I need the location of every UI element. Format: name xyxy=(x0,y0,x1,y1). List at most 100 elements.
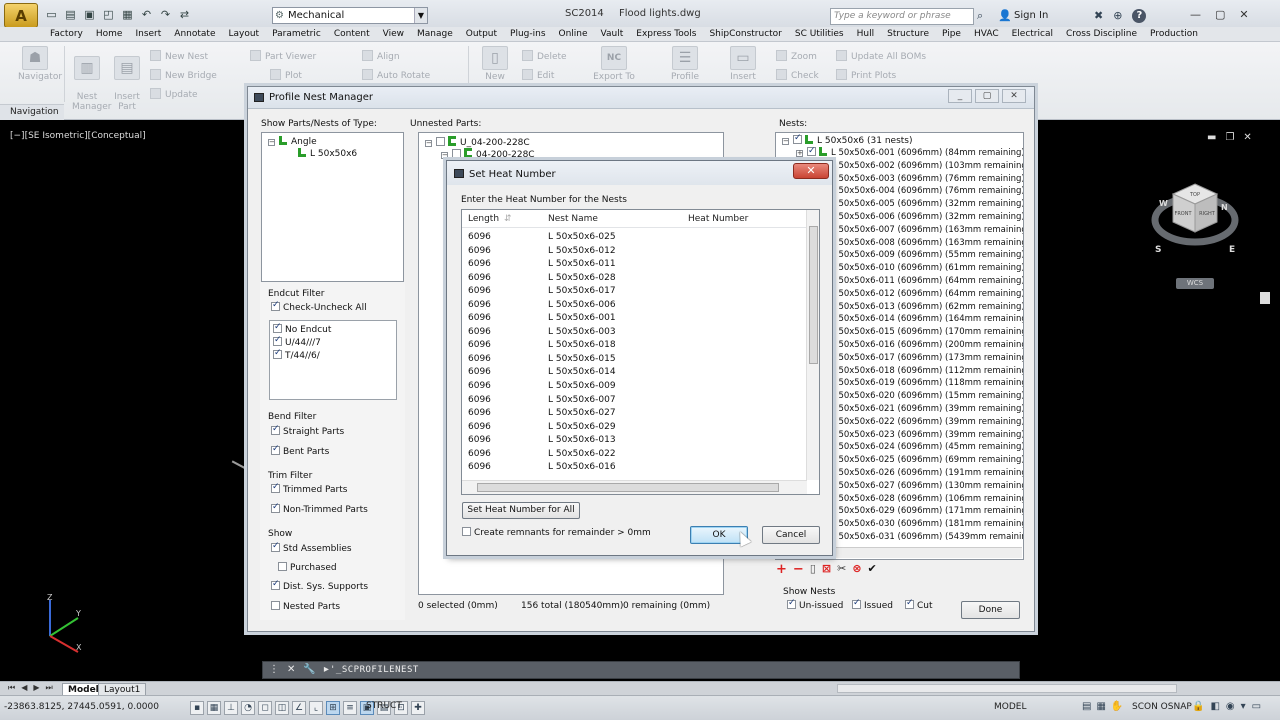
plot-icon[interactable]: ▦ xyxy=(120,7,135,22)
search-input[interactable]: Type a keyword or phrase xyxy=(830,8,974,25)
checkbox-icon[interactable] xyxy=(271,601,280,610)
new-bridge-button[interactable]: New Bridge xyxy=(150,69,217,81)
table-row[interactable]: 6096 L 50x50x6-022 xyxy=(462,448,807,462)
column-header-nest-name[interactable]: Nest Name xyxy=(548,214,598,224)
table-row[interactable]: 6096 L 50x50x6-027 xyxy=(462,407,807,421)
close-button[interactable]: ✕ xyxy=(793,163,829,179)
table-row[interactable]: 6096 L 50x50x6-028 xyxy=(462,272,807,286)
maximize-icon[interactable]: ▢ xyxy=(975,89,999,103)
prompt-icon[interactable]: ▸ xyxy=(324,664,329,675)
collapse-icon[interactable]: − xyxy=(268,139,275,146)
straight-parts-checkbox[interactable]: Straight Parts xyxy=(271,424,344,437)
table-row[interactable]: 6096 L 50x50x6-003 xyxy=(462,326,807,340)
menu-item[interactable]: Manage xyxy=(417,27,459,41)
redo-icon[interactable]: ↷ xyxy=(158,7,173,22)
edit-button[interactable]: Edit xyxy=(522,69,554,81)
table-row[interactable]: 6096 L 50x50x6-014 xyxy=(462,366,807,380)
table-row[interactable]: 6096 L 50x50x6-015 xyxy=(462,353,807,367)
menu-item[interactable]: Online xyxy=(559,27,594,41)
menu-item[interactable]: Output xyxy=(466,27,503,41)
checkbox-icon[interactable] xyxy=(436,137,445,146)
next-tab-icon[interactable]: ▶ xyxy=(33,683,39,693)
viewcube-front[interactable]: FRONT xyxy=(1174,211,1192,217)
menu-item[interactable]: Parametric xyxy=(272,27,327,41)
checkbox-icon[interactable] xyxy=(852,598,861,609)
minimize-icon[interactable]: ▬ xyxy=(1207,132,1216,143)
delete-nest-icon[interactable]: ⊠ xyxy=(822,562,831,577)
checkbox-icon[interactable] xyxy=(278,562,287,571)
tree-item-l50x50x6[interactable]: L 50x50x6 xyxy=(298,148,357,159)
checkbox-icon[interactable] xyxy=(793,133,802,144)
drawing-horizontal-scrollbar[interactable] xyxy=(837,684,1177,693)
isolate-objects-icon[interactable]: ◉ xyxy=(1226,701,1235,712)
checkmark-icon[interactable]: ✔ xyxy=(868,562,877,577)
restore-icon[interactable]: ❐ xyxy=(1225,132,1234,143)
wcs-menu[interactable]: WCS xyxy=(1176,278,1214,289)
menu-item[interactable]: Home xyxy=(96,27,129,41)
command-line-text[interactable]: '_SCPROFILENEST xyxy=(330,665,419,675)
hardware-acceleration-icon[interactable]: ◧ xyxy=(1210,701,1219,712)
coordinate-readout[interactable]: -23863.8125, 27445.0591, 0.0000 xyxy=(4,702,159,712)
table-row[interactable]: 6096 L 50x50x6-001 xyxy=(462,312,807,326)
scroll-thumb[interactable] xyxy=(809,226,818,364)
workspace-select[interactable]: ⚙ Mechanical ▼ xyxy=(272,7,428,24)
last-tab-icon[interactable]: ⏭ xyxy=(46,683,53,693)
application-menu-button[interactable]: A xyxy=(4,3,38,28)
export-to-nc-button[interactable]: NC Export To xyxy=(592,46,636,82)
sign-in-link[interactable]: Sign In xyxy=(1014,10,1048,21)
trimmed-parts-checkbox[interactable]: Trimmed Parts xyxy=(271,482,347,495)
checkbox-icon[interactable] xyxy=(787,598,796,609)
collapse-icon[interactable]: − xyxy=(425,140,432,147)
menu-item[interactable]: Plug-ins xyxy=(510,27,552,41)
checkbox-icon[interactable] xyxy=(273,335,282,346)
column-header-heat-number[interactable]: Heat Number xyxy=(688,214,748,224)
insert-button[interactable]: ▭ Insert xyxy=(726,46,760,82)
binoculars-icon[interactable]: ⌕ xyxy=(977,9,983,23)
table-row[interactable]: 6096 L 50x50x6-013 xyxy=(462,434,807,448)
checkbox-icon[interactable] xyxy=(452,149,461,158)
checkbox-icon[interactable] xyxy=(273,348,282,359)
first-tab-icon[interactable]: ⏮ xyxy=(8,683,15,693)
maximize-icon[interactable]: ▢ xyxy=(1215,8,1225,21)
ribbon-panel-navigation[interactable]: Navigation xyxy=(0,104,64,120)
checkbox-icon[interactable] xyxy=(273,322,282,333)
collapse-icon[interactable]: − xyxy=(441,152,448,159)
checkbox-icon[interactable] xyxy=(807,145,816,158)
menu-item[interactable]: HVAC xyxy=(974,27,1005,41)
add-icon[interactable]: + xyxy=(776,562,787,577)
grid-icon[interactable]: ▦ xyxy=(207,701,221,715)
un-issued-checkbox[interactable]: Un-issued xyxy=(787,598,843,611)
grid-vertical-scrollbar[interactable] xyxy=(806,210,819,480)
quick-view-drawings-icon[interactable]: ▦ xyxy=(1096,701,1105,712)
align-button[interactable]: Align xyxy=(362,50,400,62)
connect-icon[interactable]: ⊕ xyxy=(1113,9,1122,23)
minimize-icon[interactable]: — xyxy=(1190,8,1201,21)
checkbox-icon[interactable] xyxy=(271,444,280,455)
menu-item[interactable]: Annotate xyxy=(174,27,221,41)
heat-number-grid[interactable]: Length ⇵ Nest Name Heat Number 6096 L 50x… xyxy=(461,209,820,495)
set-heat-number-for-all-button[interactable]: Set Heat Number for All xyxy=(462,502,580,519)
menu-item[interactable]: View xyxy=(383,27,410,41)
model-space-toggle[interactable]: MODEL xyxy=(994,702,1026,712)
close-icon[interactable]: ✕ xyxy=(1239,8,1248,21)
table-row[interactable]: 6096 L 50x50x6-029 xyxy=(462,421,807,435)
auto-rotate-button[interactable]: Auto Rotate xyxy=(362,69,430,81)
3d-osnap-icon[interactable]: ◫ xyxy=(275,701,289,715)
menu-item[interactable]: Factory xyxy=(50,27,89,41)
checkbox-icon[interactable] xyxy=(271,579,280,590)
menu-item[interactable]: Structure xyxy=(887,27,935,41)
checkbox-icon[interactable] xyxy=(271,541,280,552)
expand-icon[interactable]: + xyxy=(796,150,803,157)
clean-screen-icon[interactable]: ▭ xyxy=(1252,701,1261,712)
cancel-nest-icon[interactable]: ⊗ xyxy=(852,562,861,577)
dialog-title-bar[interactable]: Profile Nest Manager _ ▢ ✕ xyxy=(248,87,1034,109)
exchange-icon[interactable]: ✖ xyxy=(1094,9,1103,23)
new-button[interactable]: ▯ New xyxy=(478,46,512,82)
bent-parts-checkbox[interactable]: Bent Parts xyxy=(271,444,329,457)
close-icon[interactable]: ✕ xyxy=(1002,89,1026,103)
done-button[interactable]: Done xyxy=(961,601,1020,619)
checkbox-icon[interactable] xyxy=(271,482,280,493)
compass-n[interactable]: N xyxy=(1221,203,1228,212)
table-row[interactable]: 6096 L 50x50x6-016 xyxy=(462,461,807,475)
new-nest-button[interactable]: New Nest xyxy=(150,50,208,62)
